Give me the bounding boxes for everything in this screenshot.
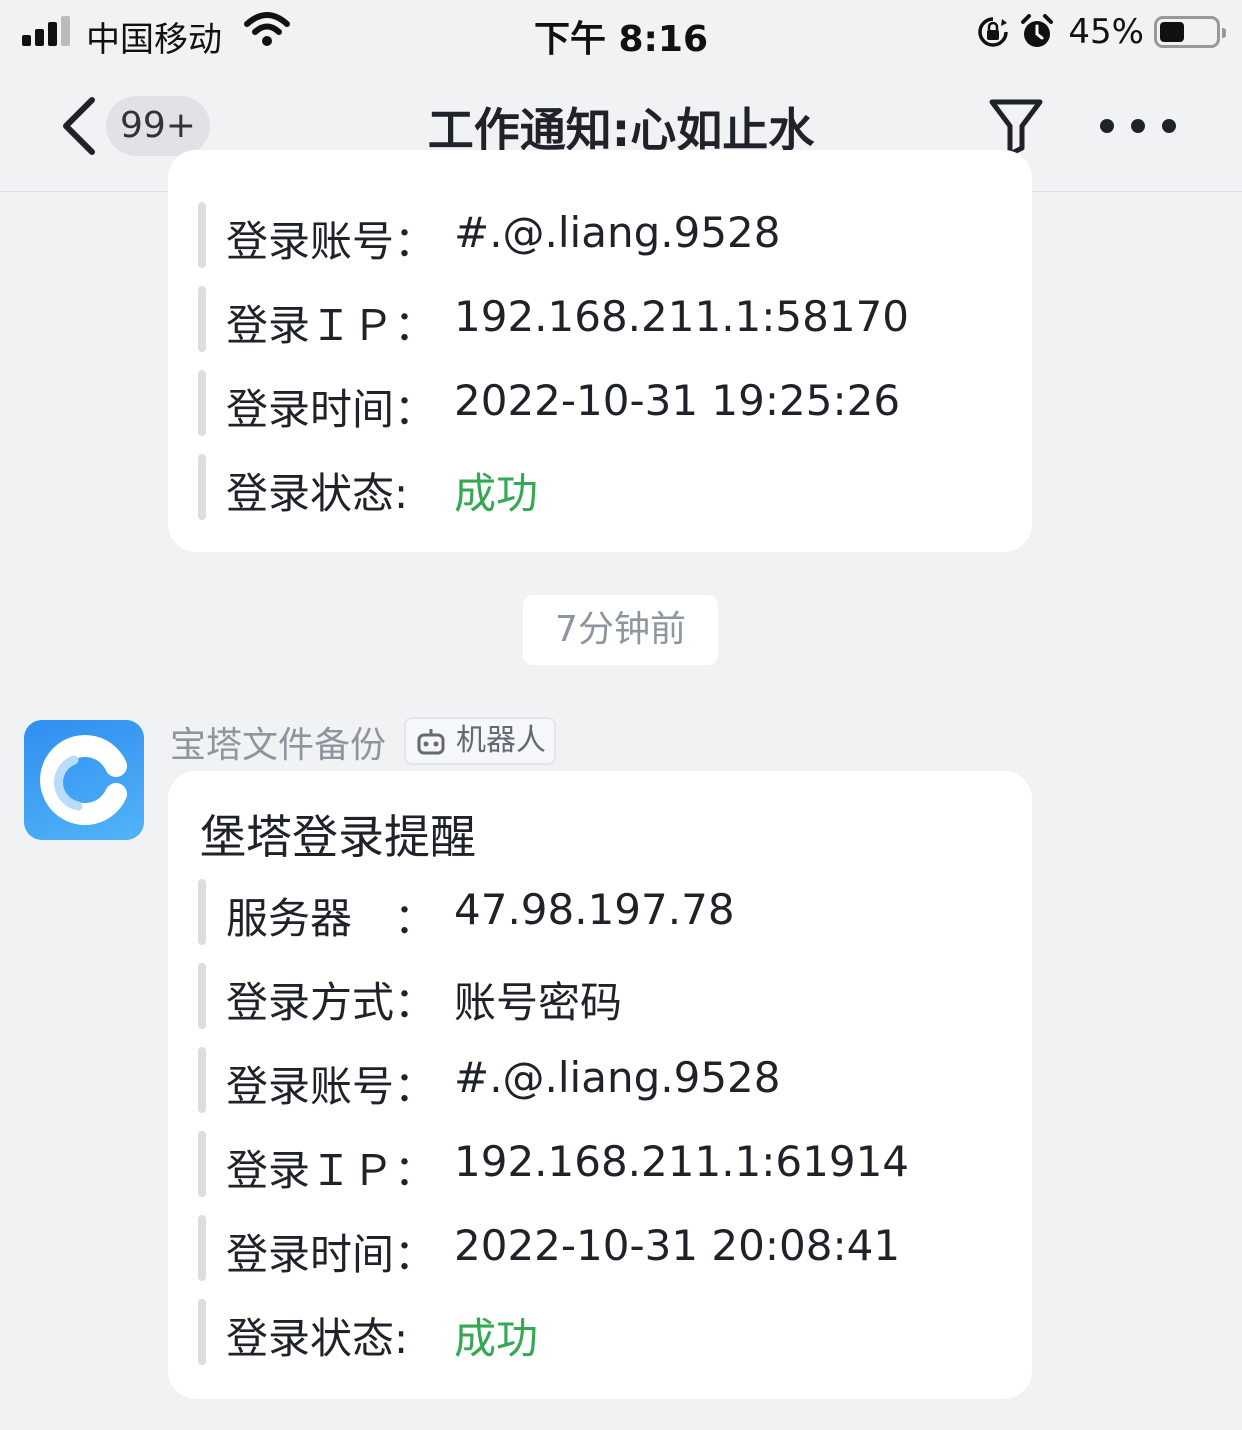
row-label: 登录状态: xyxy=(226,469,409,518)
row-label: 登录方式： xyxy=(226,978,437,1027)
row-value: 账号密码 xyxy=(454,978,623,1027)
row-label: 登录时间： xyxy=(226,385,437,434)
bt-logo-icon xyxy=(40,735,127,825)
row-label: 登录账号： xyxy=(226,217,437,266)
timestamp-divider: 7分钟前 xyxy=(523,595,718,665)
row-value: 192.168.211.1:58170 xyxy=(454,292,910,341)
row-label: 登录ＩＰ： xyxy=(226,1146,437,1195)
card-title: 堡塔登录提醒 xyxy=(200,810,476,864)
battery-percent: 45% xyxy=(1068,12,1144,52)
row-value: 2022-10-31 19:25:26 xyxy=(454,376,901,425)
dot-icon xyxy=(1100,119,1114,133)
battery-icon xyxy=(1154,16,1226,48)
bot-tag-label: 机器人 xyxy=(456,723,546,758)
row-value: 2022-10-31 20:08:41 xyxy=(454,1221,901,1270)
filter-icon[interactable] xyxy=(986,96,1046,158)
row-label: 登录账号： xyxy=(226,1062,437,1111)
row-value: 47.98.197.78 xyxy=(454,885,735,934)
row-label: 登录状态: xyxy=(226,1314,409,1363)
message-card[interactable]: 登录账号： #.@.liang.9528 登录ＩＰ： 192.168.211.1… xyxy=(168,150,1032,552)
more-options-button[interactable] xyxy=(1100,114,1176,138)
row-value: #.@.liang.9528 xyxy=(454,1053,781,1102)
bot-tag: 机器人 xyxy=(404,717,556,765)
login-status-value: 成功 xyxy=(454,1314,539,1363)
alarm-icon xyxy=(1021,14,1054,47)
dot-icon xyxy=(1131,119,1145,133)
status-bar: 中国移动 下午 8:16 45% xyxy=(0,0,1242,64)
row-value: 192.168.211.1:61914 xyxy=(454,1137,910,1186)
message-card[interactable]: 堡塔登录提醒 服务器 ： 47.98.197.78 登录方式： 账号密码 登录账… xyxy=(168,771,1032,1399)
login-status-value: 成功 xyxy=(454,469,539,518)
avatar[interactable] xyxy=(24,720,144,840)
row-label: 服务器 ： xyxy=(226,894,437,943)
rotation-lock-icon xyxy=(978,17,1009,47)
dot-icon xyxy=(1162,119,1176,133)
sender-name[interactable]: 宝塔文件备份 xyxy=(170,716,386,768)
row-value: #.@.liang.9528 xyxy=(454,208,781,257)
row-label: 登录时间： xyxy=(226,1230,437,1279)
robot-icon xyxy=(417,729,445,755)
row-label: 登录ＩＰ： xyxy=(226,301,437,350)
